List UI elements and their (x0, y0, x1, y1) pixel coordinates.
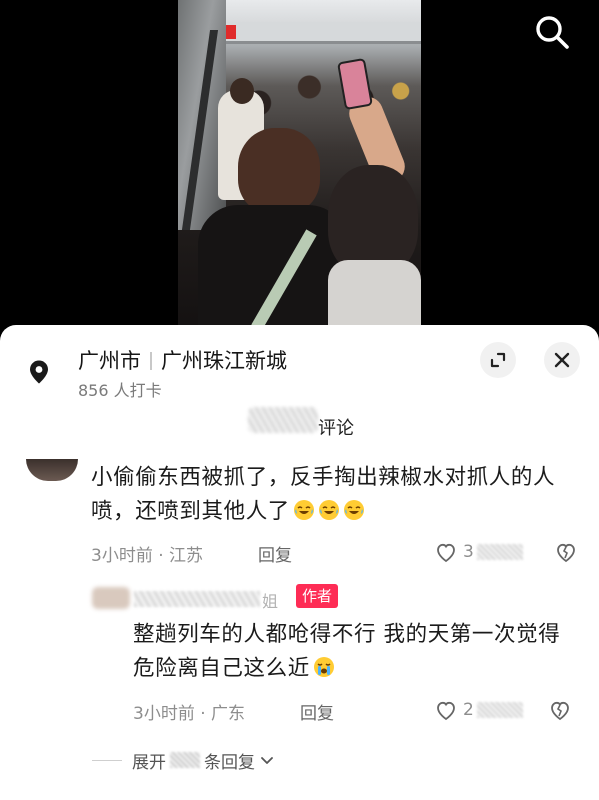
search-button[interactable] (532, 12, 572, 52)
expand-divider-line (92, 759, 122, 761)
comments-header: 评论 (0, 405, 599, 449)
station-sign (216, 22, 421, 44)
reply-reply-button[interactable]: 回复 (300, 699, 334, 724)
comments-sheet: 广州市 广州珠江新城 856 人打卡 评论 小偷偷东西被抓了，反手掏出辣椒水对抓人… (0, 325, 599, 800)
reply-avatar[interactable] (92, 587, 130, 609)
reply-author-redacted (134, 591, 260, 607)
heart-icon (437, 543, 455, 563)
reply-like-button[interactable]: 2 (434, 698, 523, 722)
comment-time-location: 3小时前 · 江苏 (91, 546, 204, 566)
expand-button[interactable] (480, 342, 516, 378)
location-city[interactable]: 广州市 (78, 345, 141, 375)
person-head-foreground (238, 128, 320, 214)
person-head-right (328, 165, 418, 275)
reply-meta: 3小时前 · 广东 回复 2 (133, 698, 583, 724)
expand-label-prefix: 展开 (132, 752, 166, 773)
video-player[interactable] (0, 0, 599, 340)
comment-count-redacted (248, 407, 318, 433)
reply-body: 整趟列车的人都呛得不行 我的天第一次觉得危险离自己这么近 (133, 622, 561, 681)
broken-heart-icon[interactable] (554, 540, 578, 564)
chevron-down-icon (261, 757, 273, 764)
broken-heart-icon[interactable] (548, 698, 572, 722)
like-count-redacted (476, 544, 523, 560)
reply-author-name[interactable]: 姐 (262, 588, 278, 612)
location-checkins: 856 人打卡 (78, 381, 162, 400)
reply-button[interactable]: 回复 (258, 541, 292, 566)
reply-text[interactable]: 整趟列车的人都呛得不行 我的天第一次觉得危险离自己这么近 (133, 618, 573, 686)
expand-icon (490, 352, 506, 368)
crying-laughing-emoji (318, 500, 339, 520)
location-pin-icon (30, 360, 48, 384)
reply-count-redacted (170, 752, 200, 768)
search-icon (536, 16, 569, 49)
close-icon (554, 352, 570, 368)
like-button[interactable]: 3 (434, 540, 523, 564)
author-badge: 作者 (296, 584, 339, 608)
crying-laughing-emoji (343, 500, 364, 520)
person-head (230, 78, 254, 104)
like-count: 3 (463, 542, 474, 562)
reply-like-count: 2 (463, 700, 474, 720)
comment-text[interactable]: 小偷偷东西被抓了，反手掏出辣椒水对抓人的人喷，还喷到其他人了 (91, 461, 571, 529)
avatar[interactable] (26, 459, 78, 481)
person-black-shirt (198, 205, 348, 330)
reply-time-location: 3小时前 · 广东 (133, 704, 246, 724)
expand-replies-button[interactable]: 展开 条回复 (92, 747, 275, 773)
crying-emoji (313, 657, 334, 677)
video-frame[interactable] (178, 0, 421, 330)
crying-laughing-emoji (293, 500, 314, 520)
expand-label-suffix: 条回复 (204, 752, 255, 773)
comment-meta: 3小时前 · 江苏 回复 3 (91, 540, 581, 566)
comments-title: 评论 (318, 418, 354, 439)
location-divider (150, 352, 152, 370)
person-grey-shirt (328, 260, 421, 330)
heart-icon (437, 701, 455, 721)
location-title[interactable]: 广州市 广州珠江新城 (78, 345, 287, 375)
close-button[interactable] (544, 342, 580, 378)
location-place[interactable]: 广州珠江新城 (161, 345, 287, 375)
reply-like-count-redacted (476, 702, 523, 718)
